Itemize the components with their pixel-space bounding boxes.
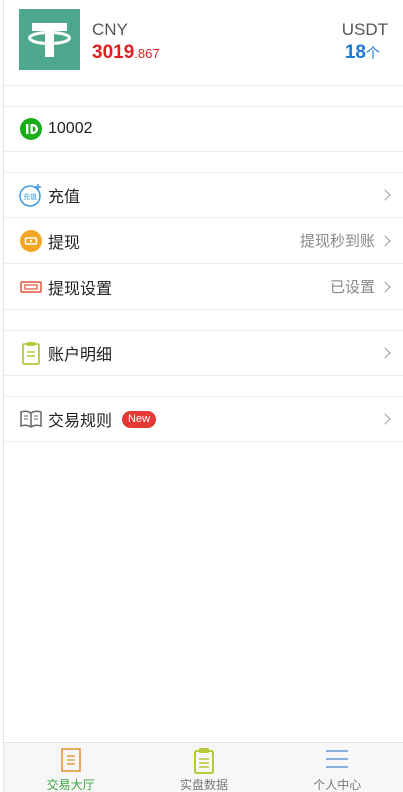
tab-label: 交易大厅 (46, 778, 95, 792)
withdraw-row[interactable]: 提现 提现秒到账 (4, 218, 403, 264)
tab-label: 个人中心 (313, 778, 362, 792)
withdraw-settings-status: 已设置 (329, 279, 375, 296)
personal-center-page: CNY 3019.867 USDT 18个 10002 充值 充值 提现 提现秒… (3, 0, 403, 792)
new-badge: New (122, 410, 157, 428)
section-gap (4, 86, 403, 106)
tether-logo-icon (19, 9, 80, 70)
usdt-label: USDT (341, 20, 388, 39)
recharge-icon-text: 充值 (23, 192, 37, 201)
section-gap (4, 310, 403, 330)
withdraw-icon (19, 229, 43, 253)
wallet-header: CNY 3019.867 USDT 18个 (4, 0, 403, 86)
chevron-right-icon (379, 347, 391, 359)
open-book-icon (19, 407, 43, 431)
menu-lines-icon (324, 747, 350, 776)
withdraw-settings-row[interactable]: 提现设置 已设置 (4, 264, 403, 310)
usdt-balance-unit: 个 (366, 45, 380, 61)
withdraw-label: 提现 (48, 234, 81, 252)
trade-rules-row[interactable]: 交易规则 New (4, 396, 403, 442)
chevron-right-icon (379, 234, 391, 247)
card-icon (19, 275, 43, 299)
user-id-value: 10002 (48, 120, 93, 137)
cny-balance: 3019.867 (92, 42, 160, 64)
id-icon (19, 117, 43, 141)
section-gap (4, 152, 403, 172)
tab-label: 实盘数据 (179, 778, 228, 792)
cny-label: CNY (92, 20, 128, 39)
account-details-label: 账户明细 (48, 347, 113, 364)
cny-balance-decimal: .867 (134, 46, 160, 61)
chevron-right-icon (379, 189, 391, 201)
tab-trading-hall[interactable]: 交易大厅 (4, 743, 137, 792)
chevron-right-icon (379, 280, 391, 293)
recharge-icon: 充值 (19, 183, 43, 207)
tab-personal-center[interactable]: 个人中心 (271, 743, 403, 792)
recharge-row[interactable]: 充值 充值 (4, 172, 403, 218)
recharge-label: 充值 (48, 189, 81, 206)
usdt-balance-value: 18 (344, 42, 366, 63)
user-id-row: 10002 (4, 106, 403, 152)
usdt-balance: 18个 (345, 42, 380, 64)
cny-balance-integer: 3019 (92, 42, 135, 63)
withdraw-status: 提现秒到账 (299, 233, 375, 250)
tab-live-data[interactable]: 实盘数据 (137, 743, 270, 792)
trade-rules-label: 交易规则 (48, 413, 113, 430)
bottom-tab-bar: 交易大厅 实盘数据 个人中心 (4, 742, 403, 792)
document-list-icon (60, 747, 82, 778)
clipboard-icon (19, 341, 43, 365)
account-details-row[interactable]: 账户明细 (4, 330, 403, 376)
chevron-right-icon (379, 413, 391, 425)
section-gap (4, 376, 403, 396)
withdraw-settings-label: 提现设置 (48, 280, 113, 298)
